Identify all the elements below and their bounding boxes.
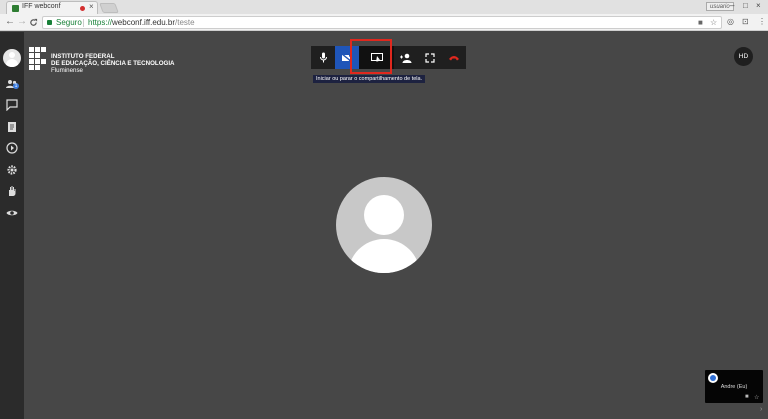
participants-count-badge: 1 [13,83,19,89]
browser-toolbar: ← → Seguro https://webconf.iff.edu.br/te… [0,14,768,31]
document-icon[interactable] [6,121,18,133]
fullscreen-icon [425,52,435,63]
address-bar[interactable]: Seguro https://webconf.iff.edu.br/teste … [42,16,722,29]
local-video-thumbnail[interactable]: Andre (Eu) ■ ☆ [705,370,763,403]
tab-close-icon[interactable]: × [89,2,94,11]
new-tab-button[interactable] [99,3,119,13]
chevron-right-icon[interactable]: › [760,406,762,413]
bookmark-star-icon[interactable]: ☆ [710,18,717,27]
camera-icon[interactable]: ■ [698,18,703,27]
local-participant-name: Andre (Eu) [720,384,748,390]
logo-text: INSTITUTO FEDERAL DE EDUCAÇÃO, CIÊNCIA E… [51,53,175,74]
favicon-icon [12,5,19,12]
browser-tabbar: IFF webconf × usuario – □ × [0,0,768,14]
invite-button[interactable] [394,46,418,69]
fullscreen-button[interactable] [418,46,442,69]
hangup-icon [449,55,459,60]
extension-icon-2[interactable]: ⊡ [742,17,749,26]
lock-icon [47,20,52,25]
secure-label: Seguro [56,18,82,27]
tab-title: IFF webconf [22,3,61,10]
main-participant-avatar [336,177,432,273]
microphone-icon [319,52,327,63]
recording-indicator-icon [80,6,85,11]
screen-share-highlight-box [350,39,392,74]
video-quality-button[interactable]: HD [734,47,753,66]
menu-icon[interactable]: ⋮ [758,17,766,26]
microphone-button[interactable] [311,46,335,69]
screen-share-tooltip: Iniciar ou parar o compartilhamento de t… [313,75,426,83]
left-sidebar: 1 [0,32,24,419]
forward-button[interactable]: → [17,16,27,27]
reload-icon[interactable] [29,18,38,27]
minimize-icon[interactable]: – [730,1,734,10]
avatar[interactable] [3,49,21,67]
window-close-icon[interactable]: × [756,1,761,10]
divider [83,19,84,27]
browser-tab[interactable]: IFF webconf × [6,1,98,14]
maximize-icon[interactable]: □ [743,1,748,10]
connection-indicator-icon [708,373,718,383]
chat-icon[interactable] [6,99,18,111]
add-person-icon [400,53,412,63]
moderator-star-icon: ☆ [754,395,760,401]
play-icon[interactable] [6,142,18,154]
settings-icon[interactable] [6,164,18,176]
camera-muted-icon: ■ [745,394,749,400]
hangup-button[interactable] [442,46,466,69]
back-button[interactable]: ← [5,16,15,27]
raise-hand-icon[interactable] [6,185,18,197]
eye-icon[interactable] [6,207,18,219]
extension-icon[interactable]: ◎ [727,17,734,26]
url-text[interactable]: https://webconf.iff.edu.br/teste [88,18,195,27]
logo-mark-icon [29,47,47,73]
